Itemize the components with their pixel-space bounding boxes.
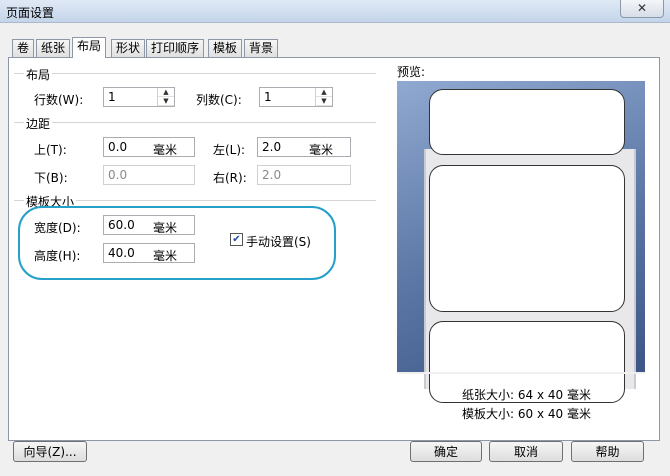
rows-spin[interactable]: ▲ ▼ [157, 88, 174, 106]
top-margin-unit: 毫米 [153, 143, 178, 157]
cols-spin[interactable]: ▲ ▼ [315, 88, 332, 106]
bottom-margin-label: 下(B): [34, 171, 68, 185]
label-card-prev [429, 89, 625, 155]
tab-layout[interactable]: 布局 [72, 37, 107, 58]
cols-stepper[interactable]: 1 ▲ ▼ [259, 87, 333, 107]
rows-label: 行数(W): [34, 93, 84, 107]
spin-down-icon[interactable]: ▼ [158, 97, 174, 106]
tab-background[interactable]: 背景 [244, 39, 279, 57]
spin-down-icon[interactable]: ▼ [316, 97, 332, 106]
tab-template[interactable]: 模板 [208, 39, 243, 57]
right-margin-input: 2.0 [257, 165, 351, 185]
top-margin-input[interactable]: 0.0 [103, 137, 195, 157]
tab-print-order[interactable]: 打印顺序 [146, 39, 205, 57]
right-margin-value: 2.0 [262, 168, 282, 182]
top-margin-value: 0.0 [108, 140, 128, 154]
tab-shape[interactable]: 形状 [111, 39, 146, 57]
spin-up-icon[interactable]: ▲ [158, 88, 174, 97]
bottom-margin-input: 0.0 [103, 165, 195, 185]
close-button[interactable]: ✕ [620, 0, 664, 18]
top-margin-label: 上(T): [34, 143, 67, 157]
tab-roll[interactable]: 卷 [12, 39, 35, 57]
template-size-info: 模板大小: 60 x 40 毫米 [462, 407, 591, 421]
preview-mask [397, 372, 645, 374]
left-margin-value: 2.0 [262, 140, 282, 154]
left-margin-unit: 毫米 [309, 143, 334, 157]
margins-divider [14, 122, 376, 123]
margins-section-title: 边距 [24, 115, 53, 132]
rows-value: 1 [108, 90, 116, 104]
title-bar: 页面设置 ✕ [0, 0, 670, 23]
cancel-button[interactable]: 取消 [489, 441, 563, 462]
rows-stepper[interactable]: 1 ▲ ▼ [103, 87, 175, 107]
preview-pane [397, 81, 645, 403]
right-margin-label: 右(R): [213, 171, 247, 185]
cols-label: 列数(C): [196, 93, 242, 107]
spin-up-icon[interactable]: ▲ [316, 88, 332, 97]
highlight-annotation [18, 206, 336, 280]
wizard-button[interactable]: 向导(Z)... [13, 441, 87, 462]
left-margin-input[interactable]: 2.0 [257, 137, 351, 157]
cols-value: 1 [264, 90, 272, 104]
left-margin-label: 左(L): [213, 143, 246, 157]
paper-size-info: 纸张大小: 64 x 40 毫米 [462, 388, 591, 402]
layout-section-title: 布局 [24, 66, 53, 83]
layout-divider [14, 73, 376, 74]
bottom-margin-value: 0.0 [108, 168, 128, 182]
tab-paper[interactable]: 纸张 [36, 39, 71, 57]
help-button[interactable]: 帮助 [571, 441, 644, 462]
ok-button[interactable]: 确定 [410, 441, 482, 462]
window-title: 页面设置 [6, 6, 55, 20]
label-card [429, 165, 625, 312]
preview-label: 预览: [397, 65, 426, 79]
